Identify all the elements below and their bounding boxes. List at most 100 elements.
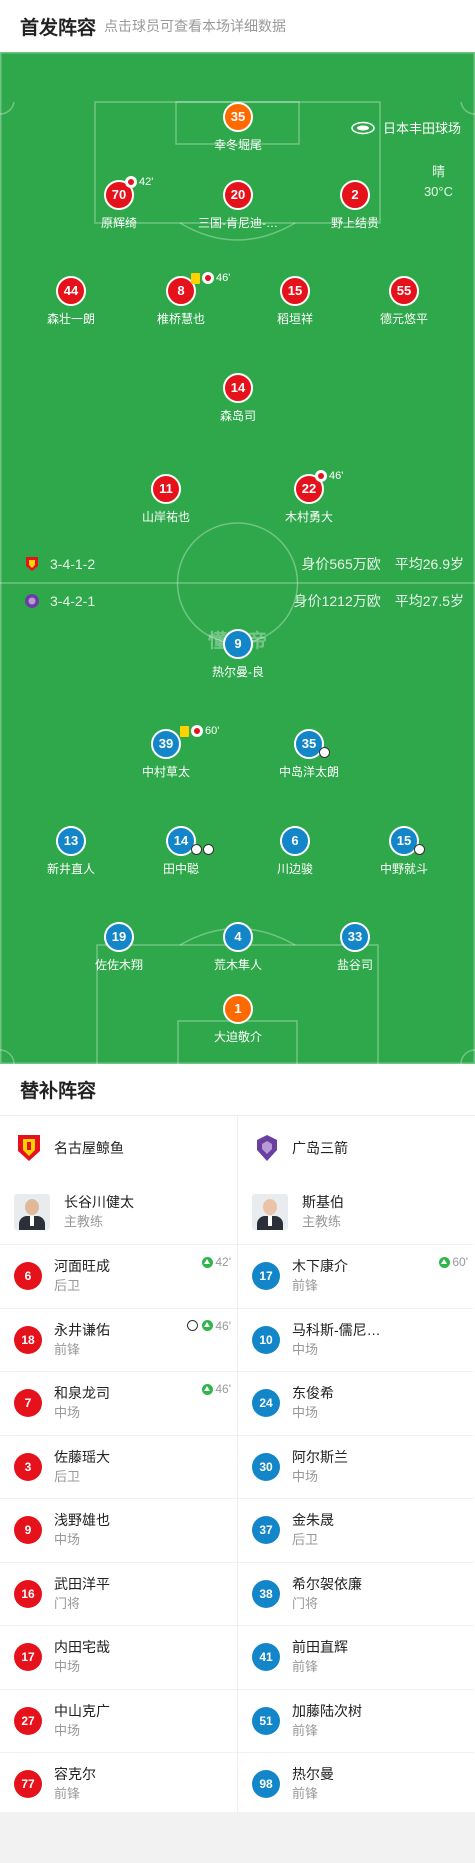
sub-name: 东俊希 <box>292 1385 334 1402</box>
sub-player-row[interactable]: 98 热尔曼 前锋 <box>238 1752 474 1816</box>
player-name: 佐佐木翔 <box>94 958 143 972</box>
sub-number: 24 <box>252 1389 280 1418</box>
yellow-card-icon <box>191 272 200 284</box>
sub-in-event: 60' <box>439 1255 468 1269</box>
sub-player-row[interactable]: 38 希尔袈依廉 门将 <box>238 1561 474 1626</box>
sub-position: 中场 <box>54 1532 81 1548</box>
player-away-mid-2[interactable]: 14 田中聪 <box>121 826 241 877</box>
sub-player-row[interactable]: 7 和泉龙司 中场 46' <box>0 1371 237 1435</box>
sub-position: 前锋 <box>292 1786 319 1802</box>
player-home-fw-1[interactable]: 11 山岸祐也 <box>106 474 226 525</box>
player-name: 盐谷司 <box>336 958 373 972</box>
sub-in-icon <box>202 1320 214 1331</box>
sub-position: 前锋 <box>292 1659 319 1675</box>
home-coach[interactable]: 长谷川健太 主教练 <box>0 1180 237 1244</box>
venue-name: 日本丰田球场 <box>382 121 461 136</box>
goal-ball-icon <box>187 1320 199 1331</box>
player-home-def-3[interactable]: 2 野上结贵 <box>295 180 415 231</box>
sub-name: 浅野雄也 <box>54 1512 110 1529</box>
sub-player-row[interactable]: 6 河面旺成 后卫 42' <box>0 1244 237 1308</box>
player-away-am-1[interactable]: 39 中村草太 60' <box>106 725 226 780</box>
sub-number: 16 <box>14 1579 42 1608</box>
player-number: 55 <box>389 276 419 306</box>
sub-position: 中场 <box>54 1659 81 1675</box>
player-away-am-2[interactable]: 35 中岛洋太朗 <box>249 729 369 780</box>
sub-player-row[interactable]: 9 浅野雄也中场 <box>0 1498 237 1562</box>
player-away-def-1[interactable]: 19 佐佐木翔 <box>59 922 179 973</box>
sub-player-row[interactable]: 3 佐藤瑶大 后卫 <box>0 1434 237 1499</box>
sub-position: 前锋 <box>54 1786 81 1802</box>
away-team-info: 3-4-2-1 身价1212万欧 平均27.5岁 <box>24 591 464 611</box>
sub-number: 7 <box>14 1389 42 1418</box>
sub-name: 前田直辉 <box>292 1639 348 1656</box>
stadium-icon <box>351 121 375 134</box>
sub-player-row[interactable]: 37 金朱晟后卫 <box>238 1498 474 1562</box>
coach-name: 长谷川健太 <box>64 1194 134 1210</box>
player-name: 川边骏 <box>276 862 313 876</box>
player-away-mid-3[interactable]: 6 川边骏 <box>235 826 355 877</box>
player-home-mid-4[interactable]: 55 德元悠平 <box>344 276 464 327</box>
player-number: 19 <box>104 922 134 952</box>
sub-name: 希尔袈依廉 <box>292 1575 362 1592</box>
avatar <box>14 1194 50 1230</box>
sub-player-row[interactable]: 16 武田洋平 门将 <box>0 1561 237 1626</box>
player-number: 14 <box>223 373 253 403</box>
player-home-fw-2[interactable]: 22 木村勇大 46' <box>249 470 369 525</box>
player-home-def-2[interactable]: 20 三国-肯尼迪-… <box>178 180 298 231</box>
player-number: 13 <box>56 826 86 856</box>
player-away-mid-4[interactable]: 15 中野就斗 <box>344 826 464 877</box>
weather-info: 晴 30°C <box>424 162 453 202</box>
sub-name: 阿尔斯兰 <box>292 1448 348 1465</box>
sub-name: 金朱晟 <box>292 1512 334 1529</box>
home-avg-age: 平均26.9岁 <box>394 556 464 572</box>
player-away-def-2[interactable]: 4 荒木隼人 <box>178 922 298 973</box>
away-coach[interactable]: 斯基伯 主教练 <box>238 1180 474 1244</box>
player-home-mid-3[interactable]: 15 稻垣祥 <box>235 276 355 327</box>
player-name: 山岸祐也 <box>141 510 190 524</box>
player-away-mid-1[interactable]: 13 新井直人 <box>11 826 131 877</box>
sub-number: 18 <box>14 1325 42 1354</box>
player-home-mid-1[interactable]: 44 森壮一朗 <box>11 276 131 327</box>
player-number: 6 <box>280 826 310 856</box>
coach-role: 主教练 <box>64 1214 104 1229</box>
sub-player-row[interactable]: 30 阿尔斯兰 中场 <box>238 1434 474 1499</box>
sub-in-event: 42' <box>202 1255 231 1269</box>
sub-number: 37 <box>252 1516 280 1545</box>
sub-player-row[interactable]: 24 东俊希 中场 <box>238 1371 474 1435</box>
away-team-header[interactable]: 广岛三箭 <box>238 1116 474 1180</box>
player-away-gk[interactable]: 1 大迫敬介 <box>178 994 298 1045</box>
player-home-mid-2[interactable]: 8 椎桥慧也 46' <box>121 272 241 327</box>
sub-player-row[interactable]: 41 前田直辉 前锋 <box>238 1625 474 1689</box>
player-away-def-3[interactable]: 33 盐谷司 <box>295 922 415 973</box>
sub-name: 和泉龙司 <box>54 1385 110 1402</box>
sub-number: 98 <box>252 1770 280 1799</box>
sub-name: 内田宅哉 <box>54 1639 110 1656</box>
sub-in-icon <box>202 1383 214 1395</box>
sub-in-icon <box>439 1256 451 1268</box>
sub-number: 27 <box>14 1706 42 1735</box>
sub-player-row[interactable]: 51 加藤陆次树 前锋 <box>238 1688 474 1753</box>
player-home-am[interactable]: 14 森岛司 <box>178 373 298 424</box>
player-number: 33 <box>340 922 370 952</box>
sub-player-row[interactable]: 18 永井谦佑 前锋 46' <box>0 1307 237 1372</box>
player-name: 森岛司 <box>219 409 256 423</box>
sub-position: 中场 <box>292 1341 319 1357</box>
substitutes-section: 替补阵容 名古屋鲸鱼 长谷川健太 主教练 6 河面旺成 后卫 42' 18 永井… <box>0 1064 475 1816</box>
sub-player-row[interactable]: 27 中山克广 中场 <box>0 1688 237 1753</box>
player-home-def-1[interactable]: 70 原辉绮 42' <box>59 176 179 231</box>
home-value: 身价565万欧 <box>301 556 381 572</box>
sub-player-row[interactable]: 17 木下康介 前锋 60' <box>238 1244 474 1308</box>
sub-player-row[interactable]: 10 马科斯-儒尼… 中场 <box>238 1307 474 1372</box>
player-name: 原辉绮 <box>100 216 137 230</box>
away-team-name: 广岛三箭 <box>292 1140 348 1156</box>
player-home-gk[interactable]: 35 幸冬堀尾 <box>178 102 298 153</box>
home-team-header[interactable]: 名古屋鲸鱼 <box>0 1116 237 1180</box>
sub-position: 后卫 <box>292 1532 319 1548</box>
player-away-fw[interactable]: 9 热尔曼-良 <box>178 629 298 680</box>
sub-player-row[interactable]: 17 内田宅哉 中场 <box>0 1625 237 1689</box>
sub-player-row[interactable]: 77 容克尔 前锋 <box>0 1752 237 1816</box>
player-name: 稻垣祥 <box>276 312 313 326</box>
player-name: 幸冬堀尾 <box>213 138 262 152</box>
lineup-header: 首发阵容 点击球员可查看本场详细数据 <box>0 0 475 52</box>
sub-number: 9 <box>14 1516 42 1545</box>
